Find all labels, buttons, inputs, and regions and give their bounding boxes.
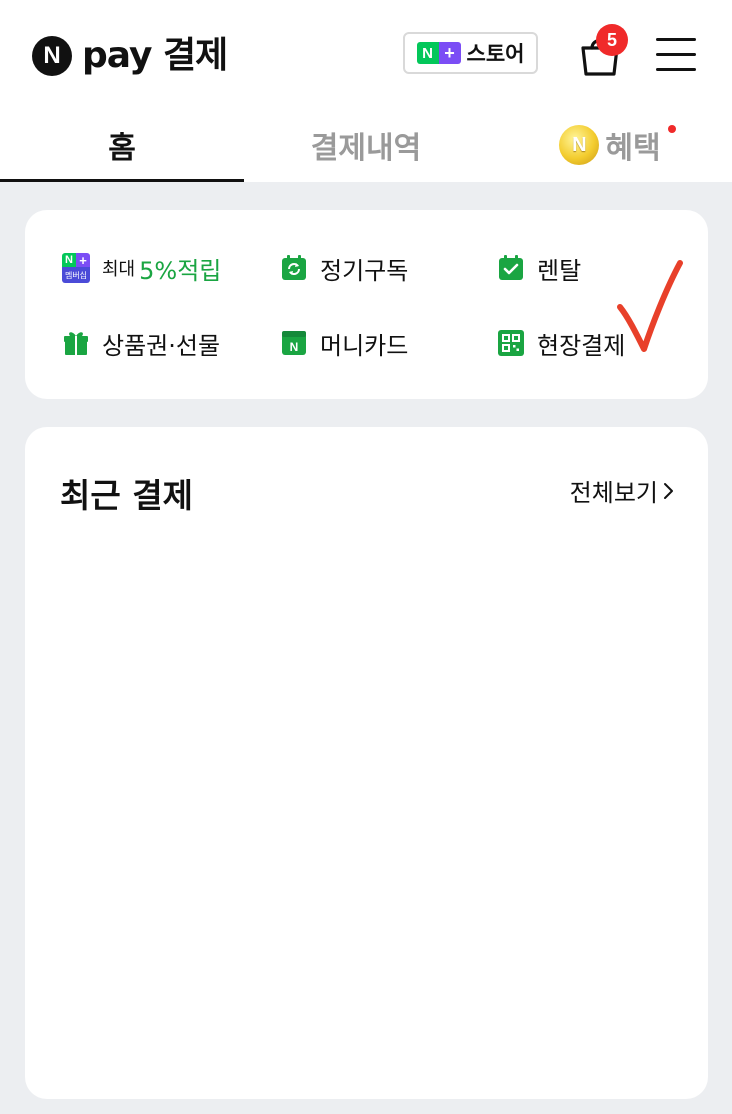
membership-label: 5%적립 [139, 256, 222, 285]
main-tabs: 홈 결제내역 N 혜택 [0, 108, 732, 182]
quick-item-money-card[interactable]: N 머니카드 [280, 328, 409, 360]
naver-logo-icon: N [32, 36, 72, 76]
money-card-label: 머니카드 [320, 331, 409, 360]
membership-prefix: 최대 [102, 259, 136, 280]
coin-icon: N [559, 125, 600, 165]
qr-code-icon [497, 329, 525, 357]
subscription-icon [280, 254, 308, 282]
quick-item-rental[interactable]: 렌탈 [497, 253, 582, 285]
naver-plus-icon: N + [416, 42, 461, 64]
recent-payments-title: 최근 결제 [60, 476, 193, 515]
cart-count-badge: 5 [596, 24, 628, 56]
rental-label: 렌탈 [537, 256, 582, 285]
gift-label: 상품권·선물 [102, 331, 221, 360]
money-card-icon: N [280, 329, 308, 357]
calendar-check-icon [497, 254, 525, 282]
naver-plus-store-button[interactable]: N + 스토어 [403, 32, 538, 74]
store-label: 스토어 [466, 42, 525, 66]
tab-payment-history-label: 결제내역 [310, 131, 422, 166]
view-all-link[interactable]: 전체보기 [570, 473, 676, 508]
tab-benefits[interactable]: N 혜택 [488, 108, 732, 182]
quick-item-onsite-payment[interactable]: 현장결제 [497, 328, 626, 360]
subscription-label: 정기구독 [320, 256, 409, 285]
quick-item-membership[interactable]: N + 멤버십 최대 5%적립 [62, 253, 222, 285]
new-dot-indicator [668, 125, 676, 133]
hamburger-menu-icon[interactable] [656, 36, 698, 74]
gift-icon [62, 329, 90, 357]
onsite-payment-label: 현장결제 [537, 331, 626, 360]
tab-payment-history[interactable]: 결제내역 [244, 108, 488, 182]
recent-payments-card: 최근 결제 전체보기 [25, 427, 708, 1099]
naver-pay-logo[interactable]: N pay 결제 [32, 35, 228, 76]
tab-home[interactable]: 홈 [0, 108, 244, 182]
quick-item-subscription[interactable]: 정기구독 [280, 253, 409, 285]
svg-text:N: N [290, 340, 299, 354]
logo-text: pay 결제 [82, 35, 228, 76]
app-header: N pay 결제 N + 스토어 5 [0, 0, 732, 108]
membership-icon: N + 멤버십 [62, 253, 90, 283]
quick-menu-card: N + 멤버십 최대 5%적립 정기구독 렌탈 상품권·선물 N 머니카드 현장… [25, 210, 708, 399]
tab-home-label: 홈 [108, 131, 136, 166]
chevron-right-icon [664, 482, 673, 499]
view-all-label: 전체보기 [569, 479, 658, 507]
tab-benefits-label: 혜택 [605, 131, 661, 166]
quick-item-gift[interactable]: 상품권·선물 [62, 328, 221, 360]
